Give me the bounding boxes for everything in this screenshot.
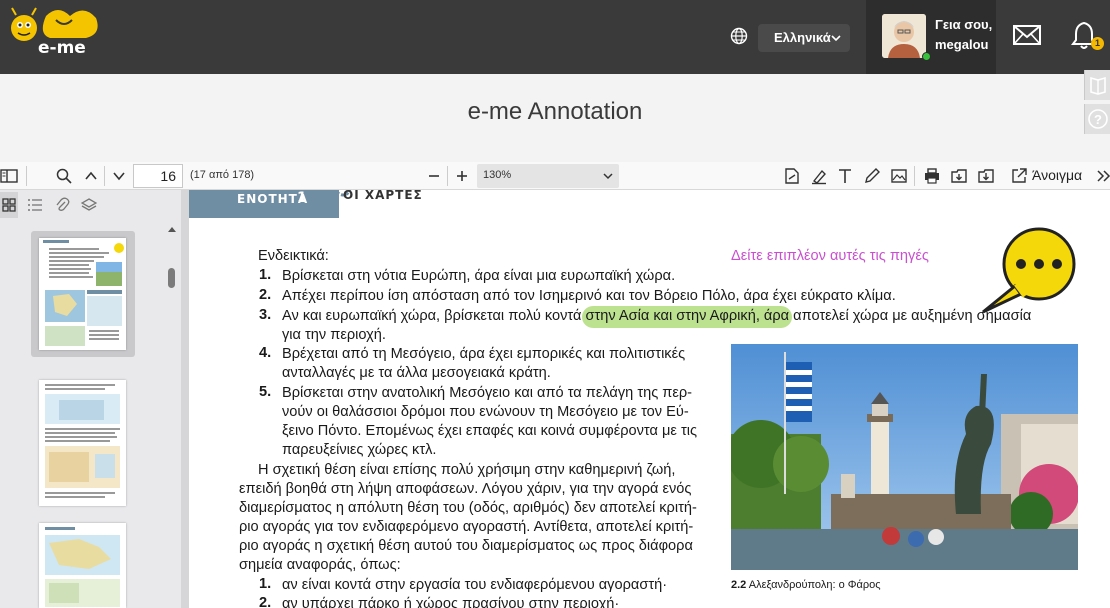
chevron-down-icon (603, 173, 613, 180)
chevrons-right-icon[interactable] (1095, 167, 1110, 185)
sidebar-toggle-icon[interactable] (0, 167, 18, 185)
caption-text: Αλεξανδρούπολη: ο Φάρος (748, 579, 881, 591)
paragraph-line: επειδή βοηθά στη λήψη αποφάσεων. Λόγου χ… (239, 481, 692, 497)
paragraph-line: σημεία αναφοράς, όπως: (239, 557, 401, 573)
toolbar-divider (447, 166, 448, 186)
zoom-out-icon[interactable] (425, 167, 443, 185)
item-text: Απέχει περίπου ίση απόσταση από τον Ισημ… (282, 288, 896, 304)
item-text: Βρέχεται από τη Μεσόγειο, άρα έχει εμπορ… (282, 346, 686, 362)
zoom-value: 130% (483, 169, 512, 181)
page-thumbnail[interactable] (39, 523, 126, 608)
item-number: 2. (259, 287, 272, 303)
sources-link[interactable]: Δείτε επιπλέον αυτές τις πηγές (731, 248, 929, 264)
search-icon[interactable] (55, 167, 73, 185)
image-icon[interactable] (890, 167, 908, 185)
page-title: e-me Annotation (467, 98, 643, 125)
sub-item-text: αν υπάρχει πάρκο ή χώρος πρασίνου στην π… (282, 596, 620, 608)
item-number: 3. (259, 307, 272, 323)
zoom-in-icon[interactable] (453, 167, 471, 185)
username-text: megalou (935, 37, 989, 52)
chevron-down-icon (831, 35, 841, 42)
item-number: 5. (259, 384, 272, 400)
print-icon[interactable] (923, 167, 941, 185)
text-icon[interactable] (836, 167, 854, 185)
layers-tab-icon[interactable] (81, 197, 97, 213)
title-area: e-me Annotation ? (0, 70, 1110, 162)
help-icon: ? (1088, 109, 1108, 129)
scrollbar-thumb[interactable] (168, 268, 175, 288)
item-text: Βρίσκεται στην ανατολική Μεσόγειο και απ… (282, 385, 693, 401)
help-side-button[interactable]: ? (1084, 104, 1110, 134)
book-icon (1090, 76, 1106, 95)
page-number-input[interactable]: 16 (133, 164, 183, 188)
open-button-label[interactable]: Άνοιγμα (1032, 167, 1082, 183)
paragraph-line: Η σχετική θέση είναι επίσης πολύ χρήσιμη… (258, 462, 676, 478)
item-text: Βρίσκεται στη νότια Ευρώπη, άρα είναι μι… (282, 268, 676, 284)
page-thumbnail[interactable] (39, 238, 126, 350)
globe-icon[interactable] (730, 27, 748, 45)
highlight-icon[interactable] (810, 167, 828, 185)
draw-icon[interactable] (863, 167, 881, 185)
toolbar-divider (914, 166, 915, 186)
page-count: (17 από 178) (190, 169, 255, 181)
user-menu[interactable]: Γεια σου, megalou (866, 0, 996, 74)
paragraph-line: ριο αγοράς η σχετική θέση αυτού του διαμ… (239, 538, 693, 554)
language-label: Ελληνικά (774, 30, 831, 45)
chevron-down-icon[interactable] (110, 167, 128, 185)
notification-badge: 1 (1091, 37, 1104, 50)
thumbnail-sidebar (0, 190, 189, 608)
toolbar-divider (26, 166, 27, 186)
comment-bubble-icon[interactable] (959, 216, 1079, 312)
scroll-up-arrow-icon[interactable] (166, 224, 178, 236)
thumbnails-tab-icon[interactable] (1, 197, 17, 213)
sub-item-number: 2. (259, 595, 272, 608)
add-signature-icon[interactable] (783, 167, 801, 185)
greeting-text: Γεια σου, (935, 17, 993, 32)
lighthouse-photo (731, 344, 1078, 570)
paragraph-line: ριο αγοράς για τον ενδιαφερόμενο αγοραστ… (239, 519, 694, 535)
photo-caption: 2.2 Αλεξανδρούπολη: ο Φάρος (731, 579, 881, 591)
pdf-toolbar: 16 (17 από 178) 130% Άνοιγμα (0, 162, 1110, 190)
avatar[interactable] (882, 14, 926, 58)
sidebar-resizer[interactable] (181, 190, 189, 608)
page-thumbnail[interactable] (39, 380, 126, 506)
unit-number: 1 (297, 190, 307, 206)
item-text: ανταλλαγές με τα άλλα μεσογειακά κράτη. (282, 365, 551, 381)
zoom-select[interactable]: 130% (477, 164, 619, 188)
toolbar-divider (104, 166, 105, 186)
sub-item-text: αν είναι κοντά στην εργασία του ενδιαφερ… (282, 577, 668, 593)
sidebar-tabs (0, 190, 181, 220)
item-text: Αν και ευρωπαϊκή χώρα, βρίσκεται πολύ κο… (282, 308, 1032, 324)
open-external-icon[interactable] (1010, 167, 1028, 185)
item-text: ξεινο Πόντο. Επομένως έχει επαφές και κο… (282, 423, 697, 439)
book-side-button[interactable] (1084, 70, 1110, 100)
logo-text: e-me (38, 38, 86, 58)
outline-tab-icon[interactable] (27, 197, 43, 213)
item-text: για την περιοχή. (282, 327, 386, 343)
save-icon[interactable] (950, 167, 968, 185)
chevron-up-icon[interactable] (82, 167, 100, 185)
unit-tab: ΕΝΟΤΗΤΑ 1 (189, 190, 339, 218)
language-selector[interactable]: Ελληνικά (758, 24, 850, 52)
paragraph-line: διαμερίσματος η απόλυτη θέση του (οδός, … (239, 500, 697, 516)
caption-number: 2.2 (731, 579, 747, 591)
sub-item-number: 1. (259, 576, 272, 592)
top-bar: e-me Ελληνικά Γεια σου, megalou 1 (0, 0, 1110, 74)
chapter-title: ΟΙ ΧΑΡΤΕΣ (343, 190, 423, 202)
online-status-dot (922, 52, 931, 61)
mail-icon[interactable] (1012, 22, 1042, 48)
intro-text: Ενδεικτικά: (258, 248, 329, 264)
item-text: νούν οι θαλάσσιοι δρόμοι που ενώνουν τη … (282, 404, 689, 420)
item-number: 1. (259, 267, 272, 283)
download-icon[interactable] (977, 167, 995, 185)
svg-text:?: ? (1094, 112, 1102, 127)
attachments-tab-icon[interactable] (54, 197, 70, 213)
item-number: 4. (259, 345, 272, 361)
item-text: παρευξείνιες χώρες κτλ. (282, 442, 437, 458)
pdf-page: ΕΝΟΤΗΤΑ 1 ΟΙ ΧΑΡΤΕΣ Ενδεικτικά: 1. Βρίσκ… (189, 190, 1110, 608)
